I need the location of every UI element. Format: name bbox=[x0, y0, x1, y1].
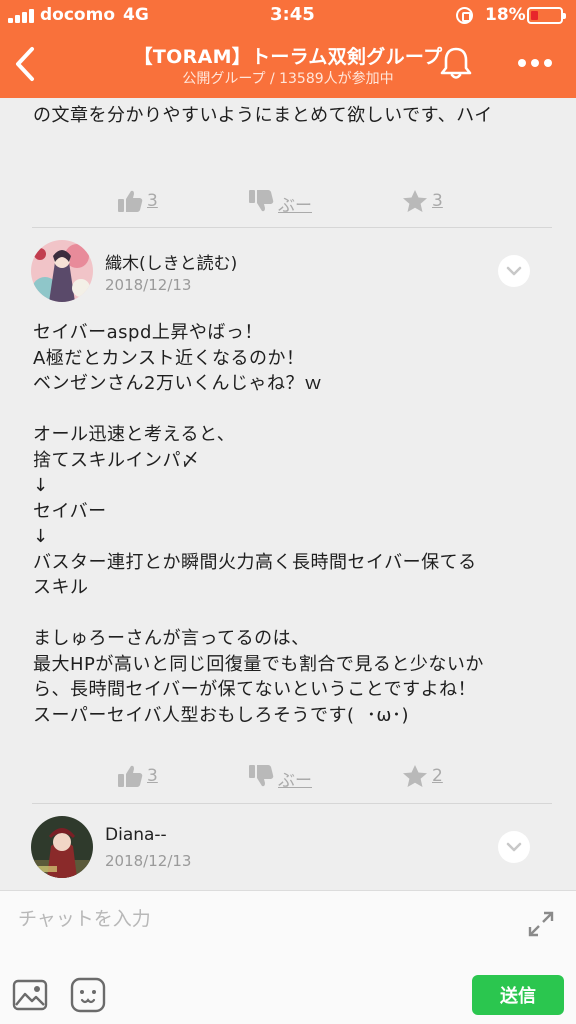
signal-icon bbox=[8, 9, 36, 23]
chat-input[interactable] bbox=[18, 901, 498, 937]
post-date: 2018/12/13 bbox=[105, 852, 192, 870]
chat-timeline[interactable]: の文章を分かりやすいようにまとめて欲しいです、ハイ 3 ぶー 3 織木(しきと読… bbox=[0, 98, 576, 890]
avatar[interactable] bbox=[31, 240, 93, 302]
notification-button[interactable] bbox=[437, 44, 475, 82]
post-divider bbox=[32, 803, 552, 804]
star-count: 2 bbox=[432, 766, 443, 786]
chevron-down-icon bbox=[506, 266, 522, 276]
post-divider bbox=[32, 227, 552, 228]
like-button[interactable]: 3 bbox=[117, 758, 177, 794]
back-button[interactable] bbox=[10, 44, 40, 84]
post-text: セイバーaspd上昇やばっ！ A極だとカンスト近くなるのか！ ベンゼンさん2万い… bbox=[33, 322, 484, 726]
send-button[interactable]: 送信 bbox=[472, 975, 564, 1015]
sticker-button[interactable] bbox=[70, 977, 106, 1013]
bell-icon bbox=[440, 47, 472, 79]
expand-button[interactable] bbox=[526, 909, 556, 939]
star-icon bbox=[403, 765, 427, 787]
thumbs-up-icon bbox=[118, 190, 143, 212]
chevron-down-icon bbox=[506, 842, 522, 852]
post-text: の文章を分かりやすいようにまとめて欲しいです、ハイ bbox=[33, 105, 493, 126]
thumbs-up-icon bbox=[118, 765, 143, 787]
group-subtitle: 公開グループ / 13589人が参加中 bbox=[182, 71, 394, 87]
star-icon bbox=[403, 190, 427, 212]
message-composer: 送信 bbox=[0, 890, 576, 1024]
battery-percent: 18% bbox=[485, 5, 526, 25]
post-actions: 3 ぶー 2 bbox=[0, 758, 576, 794]
more-options-button[interactable] bbox=[513, 52, 557, 74]
star-button[interactable]: 3 bbox=[402, 183, 462, 219]
thumbs-down-icon bbox=[249, 190, 274, 212]
post-actions: 3 ぶー 3 bbox=[0, 183, 576, 219]
image-icon bbox=[12, 979, 48, 1011]
dislike-button[interactable]: ぶー bbox=[248, 183, 328, 219]
post-date: 2018/12/13 bbox=[105, 276, 192, 294]
author-name[interactable]: Diana-- bbox=[105, 825, 167, 845]
battery-icon bbox=[527, 7, 566, 24]
author-name[interactable]: 織木(しきと読む) bbox=[105, 249, 237, 274]
dislike-button[interactable]: ぶー bbox=[248, 758, 328, 794]
sticker-icon bbox=[70, 977, 106, 1013]
like-count: 3 bbox=[147, 766, 158, 786]
chevron-left-icon bbox=[16, 47, 34, 81]
like-count: 3 bbox=[147, 191, 158, 211]
network-type: 4G bbox=[123, 5, 149, 25]
status-bar: docomo 4G 3:45 18% bbox=[0, 0, 576, 30]
expand-icon bbox=[528, 911, 554, 937]
clock: 3:45 bbox=[270, 4, 315, 25]
star-count: 3 bbox=[432, 191, 443, 211]
dislike-label: ぶー bbox=[278, 771, 312, 791]
rotation-lock-icon bbox=[456, 7, 473, 24]
avatar[interactable] bbox=[31, 816, 93, 878]
like-button[interactable]: 3 bbox=[117, 183, 177, 219]
post-menu-button[interactable] bbox=[498, 831, 530, 863]
post-menu-button[interactable] bbox=[498, 255, 530, 287]
app-header: docomo 4G 3:45 18% 【TORAM】トーラム双剣グループ 公開グ… bbox=[0, 0, 576, 98]
thumbs-down-icon bbox=[249, 765, 274, 787]
group-title[interactable]: 【TORAM】トーラム双剣グループ bbox=[80, 42, 496, 69]
carrier-name: docomo bbox=[40, 5, 115, 25]
dislike-label: ぶー bbox=[278, 196, 312, 216]
star-button[interactable]: 2 bbox=[402, 758, 462, 794]
image-button[interactable] bbox=[12, 977, 48, 1013]
